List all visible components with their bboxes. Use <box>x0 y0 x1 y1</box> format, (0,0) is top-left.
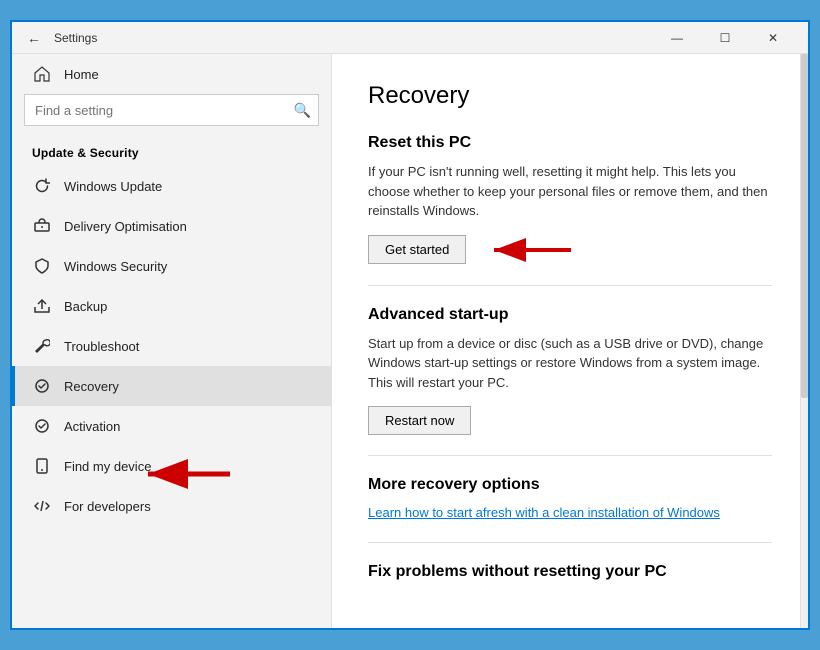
get-started-button[interactable]: Get started <box>368 235 466 264</box>
sidebar-item-home[interactable]: Home <box>12 54 331 94</box>
reset-section-desc: If your PC isn't running well, resetting… <box>368 162 772 221</box>
delivery-icon <box>32 216 52 236</box>
scrollbar-thumb[interactable] <box>801 54 808 398</box>
developers-icon <box>32 496 52 516</box>
page-title: Recovery <box>368 82 772 110</box>
sidebar-label-troubleshoot: Troubleshoot <box>64 339 139 354</box>
clean-install-link[interactable]: Learn how to start afresh with a clean i… <box>368 505 720 520</box>
fix-problems-title: Fix problems without resetting your PC <box>368 563 772 581</box>
sidebar-item-windows-security[interactable]: Windows Security <box>12 246 331 286</box>
sidebar-item-windows-update[interactable]: Windows Update <box>12 166 331 206</box>
sidebar-label-backup: Backup <box>64 299 107 314</box>
content-area: Home 🔍 Update & Security Windows Update … <box>12 54 808 628</box>
sidebar-label-activation: Activation <box>64 419 120 434</box>
main-content: Recovery Reset this PC If your PC isn't … <box>332 54 808 628</box>
sidebar-label-home: Home <box>64 67 99 82</box>
settings-window: ← Settings — ☐ ✕ Home 🔍 Update & Securit… <box>10 20 810 630</box>
reset-section-title: Reset this PC <box>368 134 772 152</box>
scrollbar-track[interactable] <box>800 54 808 628</box>
more-options-title: More recovery options <box>368 476 772 494</box>
sidebar-item-delivery-optimisation[interactable]: Delivery Optimisation <box>12 206 331 246</box>
sidebar-label-security: Windows Security <box>64 259 167 274</box>
section-label: Update & Security <box>12 138 331 166</box>
recovery-icon <box>32 376 52 396</box>
sidebar-item-backup[interactable]: Backup <box>12 286 331 326</box>
sidebar: Home 🔍 Update & Security Windows Update … <box>12 54 332 628</box>
close-button[interactable]: ✕ <box>750 22 796 54</box>
get-started-arrow <box>486 235 576 265</box>
maximize-button[interactable]: ☐ <box>702 22 748 54</box>
sidebar-label-windows-update: Windows Update <box>64 179 162 194</box>
sidebar-label-find-device: Find my device <box>64 459 151 474</box>
sidebar-item-developers[interactable]: For developers <box>12 486 331 526</box>
sidebar-item-activation[interactable]: Activation <box>12 406 331 446</box>
sidebar-item-troubleshoot[interactable]: Troubleshoot <box>12 326 331 366</box>
divider-2 <box>368 455 772 456</box>
titlebar: ← Settings — ☐ ✕ <box>12 22 808 54</box>
activation-icon <box>32 416 52 436</box>
sidebar-label-developers: For developers <box>64 499 151 514</box>
backup-icon <box>32 296 52 316</box>
advanced-section-title: Advanced start-up <box>368 306 772 324</box>
advanced-section-desc: Start up from a device or disc (such as … <box>368 334 772 393</box>
sidebar-item-recovery[interactable]: Recovery <box>12 366 331 406</box>
shield-icon <box>32 256 52 276</box>
sidebar-item-find-my-device[interactable]: Find my device <box>12 446 331 486</box>
back-button[interactable]: ← <box>24 28 44 48</box>
search-icon: 🔍 <box>294 102 311 119</box>
search-box: 🔍 <box>24 94 319 126</box>
wrench-icon <box>32 336 52 356</box>
window-controls: — ☐ ✕ <box>654 22 796 54</box>
sidebar-label-recovery: Recovery <box>64 379 119 394</box>
find-device-icon <box>32 456 52 476</box>
sidebar-label-delivery: Delivery Optimisation <box>64 219 187 234</box>
refresh-icon <box>32 176 52 196</box>
restart-now-button[interactable]: Restart now <box>368 406 471 435</box>
search-input[interactable] <box>24 94 319 126</box>
divider-1 <box>368 285 772 286</box>
minimize-button[interactable]: — <box>654 22 700 54</box>
window-title: Settings <box>54 31 654 45</box>
home-icon <box>32 64 52 84</box>
divider-3 <box>368 542 772 543</box>
